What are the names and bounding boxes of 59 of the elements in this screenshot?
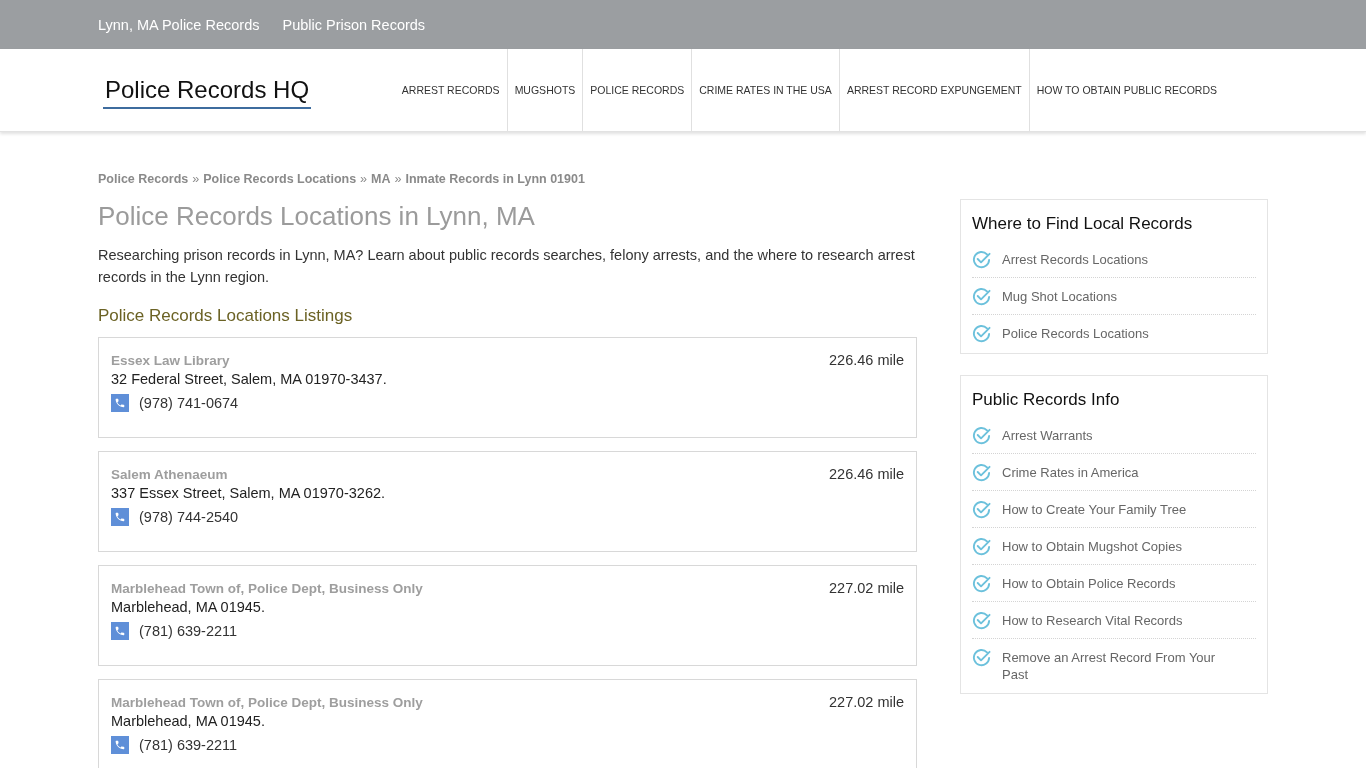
breadcrumb-link[interactable]: Police Records Locations [203,172,357,186]
sidebar-link[interactable]: Police Records Locations [1002,323,1149,342]
sidebar-link[interactable]: Arrest Warrants [1002,425,1093,444]
breadcrumb-link[interactable]: MA [371,172,391,186]
check-circle-icon [972,648,991,667]
listing-name: Salem Athenaeum [111,467,228,482]
breadcrumb-current: Inmate Records in Lynn 01901 [405,172,585,186]
nav-link[interactable]: POLICE RECORDS [582,49,692,131]
breadcrumb-separator: » [192,172,200,186]
listing-distance: 227.02 mile [829,580,904,596]
listing-distance: 226.46 mile [829,352,904,368]
sidebar-link[interactable]: Remove an Arrest Record From Your Past [1002,647,1232,683]
listing-address: Marblehead, MA 01945. [111,713,266,729]
sidebar-link[interactable]: Arrest Records Locations [1002,249,1148,268]
nav-link[interactable]: ARREST RECORDS [394,49,507,131]
phone-icon [111,394,129,412]
listing-address: Marblehead, MA 01945. [111,599,266,615]
listing-distance: 226.46 mile [829,466,904,482]
listing-address: 337 Essex Street, Salem, MA 01970-3262. [111,485,387,501]
listing-phone: (781) 639-2211 [139,623,238,639]
check-circle-icon [972,611,991,630]
check-circle-icon [972,463,991,482]
phone-icon [111,508,129,526]
listing-name: Essex Law Library [111,353,230,368]
check-circle-icon [972,537,991,556]
nav-link[interactable]: ARREST RECORD EXPUNGEMENT [838,49,1029,131]
check-circle-icon [972,287,991,306]
check-circle-icon [972,324,991,343]
listing-phone: (978) 741-0674 [139,395,239,411]
check-circle-icon [972,500,991,519]
widget-title: Public Records Info [972,389,1121,411]
phone-icon [111,736,129,754]
sidebar-link[interactable]: How to Obtain Mugshot Copies [1002,536,1182,555]
check-circle-icon [972,426,991,445]
nav-link[interactable]: CRIME RATES IN THE USA [691,49,839,131]
sidebar-link[interactable]: How to Create Your Family Tree [1002,499,1187,518]
check-circle-icon [972,250,991,269]
nav-link[interactable]: MUGSHOTS [506,49,583,131]
nav-link[interactable]: HOW TO OBTAIN PUBLIC RECORDS [1028,49,1224,131]
listing-phone: (781) 639-2211 [139,737,238,753]
intro-paragraph: Researching prison records in Lynn, MA? Learn about public records searches, felony arrests, and the where to research arrest records in the Lynn region. [98,246,916,287]
breadcrumb-link[interactable]: Police Records [98,172,189,186]
sidebar-link[interactable]: Crime Rates in America [1002,462,1139,481]
check-circle-icon [972,574,991,593]
listing-address: 32 Federal Street, Salem, MA 01970-3437. [111,371,388,387]
sidebar-link[interactable]: How to Research Vital Records [1002,610,1183,629]
widget-title: Where to Find Local Records [972,213,1194,235]
phone-icon [111,622,129,640]
page-title: Police Records Locations in Lynn, MA [98,200,536,233]
sidebar-link[interactable]: Mug Shot Locations [1002,286,1117,305]
listing-name: Marblehead Town of, Police Dept, Business Only [111,581,423,596]
breadcrumb-separator: » [394,172,402,186]
sidebar-link[interactable]: How to Obtain Police Records [1002,573,1176,592]
listings-heading: Police Records Locations Listings [98,306,354,326]
listing-phone: (978) 744-2540 [139,509,239,525]
listing-name: Marblehead Town of, Police Dept, Business Only [111,695,423,710]
breadcrumb-separator: » [360,172,368,186]
listing-distance: 227.02 mile [829,694,904,710]
site-logo[interactable]: Police Records HQ [103,75,312,109]
